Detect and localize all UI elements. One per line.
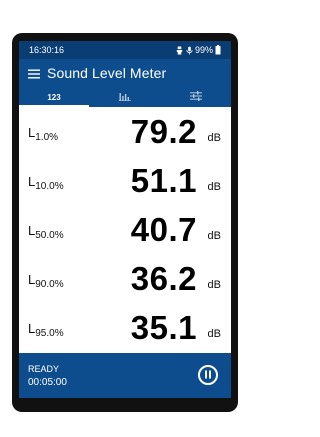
tab-numeric[interactable]: 123 [19, 87, 89, 107]
tab-bar: 123 [19, 87, 231, 107]
elapsed-time: 00:05:00 [28, 377, 67, 388]
percentile-label: L10.0% [28, 174, 64, 192]
list-item: L1.0% 79.2 dB [19, 107, 231, 156]
list-item: L90.0% 36.2 dB [19, 254, 231, 303]
tab-numeric-label: 123 [47, 92, 61, 102]
measurement-state: READY [28, 364, 60, 374]
level-unit: dB [207, 230, 221, 242]
app-bar: Sound Level Meter [19, 59, 231, 87]
battery-percent: 99% [194, 45, 213, 55]
list-item: L50.0% 40.7 dB [19, 205, 231, 254]
percentile-label: L1.0% [28, 125, 59, 143]
level-value: 35.1 [130, 309, 197, 346]
hamburger-menu-icon[interactable] [28, 67, 40, 79]
level-unit: dB [207, 328, 221, 340]
level-unit: dB [207, 279, 221, 291]
pause-icon [204, 366, 212, 384]
tab-settings[interactable] [161, 87, 231, 107]
percentile-list: L1.0% 79.2 dB L10.0% 51.1 dB L50.0% 40.7… [19, 107, 231, 353]
status-time: 16:30:16 [29, 45, 65, 55]
app-screen: 16:30:16 99% Sound Level Meter 123 L1.0%… [19, 41, 231, 398]
percentile-subscript: 1.0% [35, 132, 59, 143]
settings-sliders-icon [190, 91, 202, 103]
list-item: L95.0% 35.1 dB [19, 303, 231, 352]
level-unit: dB [207, 181, 221, 193]
percentile-subscript: 10.0% [35, 181, 64, 192]
percentile-subscript: 50.0% [35, 230, 64, 241]
status-icons: 99% [175, 41, 221, 59]
level-value: 40.7 [130, 211, 197, 248]
bar-chart-icon [119, 91, 131, 103]
pause-button[interactable] [198, 365, 218, 385]
percentile-subscript: 90.0% [35, 279, 64, 290]
level-value: 36.2 [130, 260, 197, 297]
list-item: L10.0% 51.1 dB [19, 156, 231, 205]
level-value: 51.1 [130, 162, 197, 199]
app-title: Sound Level Meter [47, 65, 167, 81]
percentile-subscript: 95.0% [35, 328, 64, 339]
battery-icon [215, 45, 221, 55]
percentile-label: L95.0% [28, 321, 64, 339]
status-bar: 16:30:16 99% [19, 41, 231, 59]
microphone-icon [186, 46, 193, 55]
percentile-label: L90.0% [28, 272, 64, 290]
level-unit: dB [207, 132, 221, 144]
level-value: 79.2 [130, 113, 197, 150]
percentile-label: L50.0% [28, 223, 64, 241]
tab-chart[interactable] [90, 87, 160, 107]
device-frame: 16:30:16 99% Sound Level Meter 123 L1.0%… [12, 33, 238, 412]
bottom-bar: READY 00:05:00 [19, 353, 231, 398]
usb-debug-icon [175, 45, 184, 55]
